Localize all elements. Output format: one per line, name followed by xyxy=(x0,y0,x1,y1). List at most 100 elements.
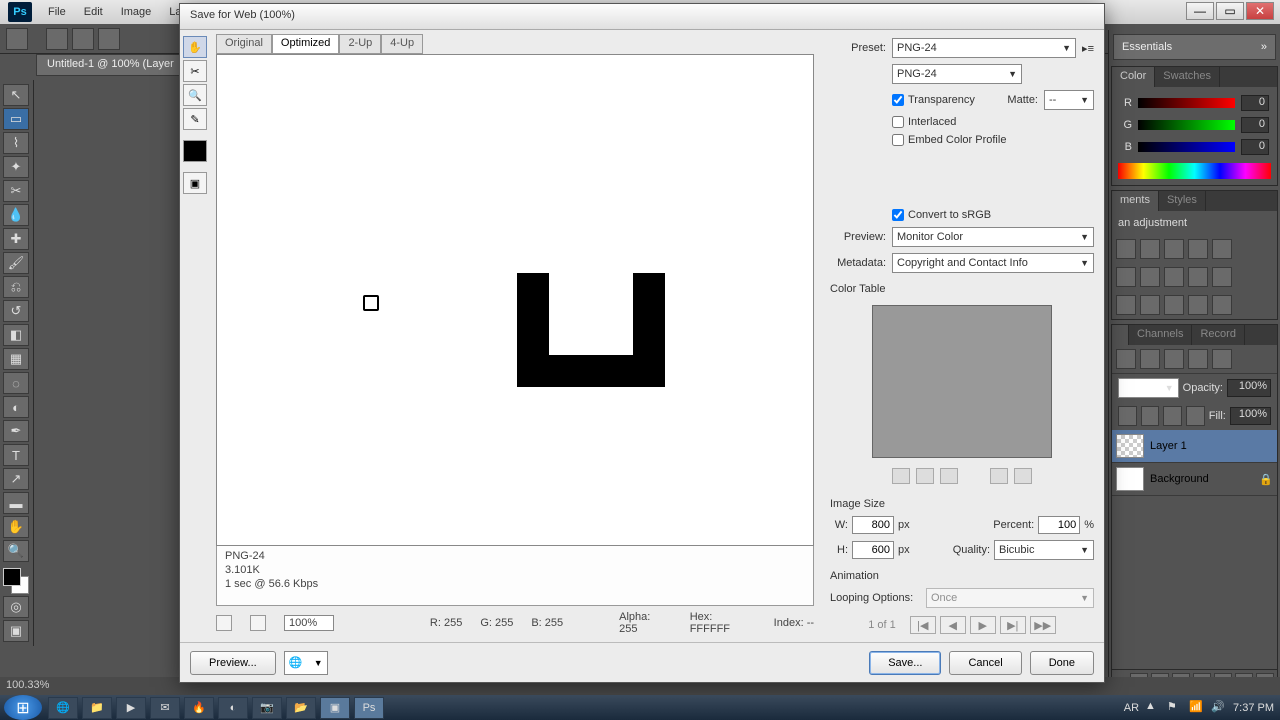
adj-icon[interactable] xyxy=(1212,295,1232,315)
hand-tool-icon[interactable]: ✋ xyxy=(183,36,207,58)
ct-btn[interactable] xyxy=(892,468,910,484)
lock-icon[interactable] xyxy=(1163,406,1182,426)
r-slider[interactable] xyxy=(1138,98,1235,108)
adj-icon[interactable] xyxy=(1140,295,1160,315)
lock-icon[interactable] xyxy=(1186,406,1205,426)
close-button[interactable]: ✕ xyxy=(1246,2,1274,20)
menu-edit[interactable]: Edit xyxy=(76,3,111,21)
tray-network-icon[interactable]: 📶 xyxy=(1189,700,1205,716)
tab-optimized[interactable]: Optimized xyxy=(272,34,340,54)
eyedropper-color[interactable] xyxy=(183,140,207,162)
filter-icon[interactable] xyxy=(1116,349,1136,369)
opt-icon-3[interactable] xyxy=(98,28,120,50)
screen-mode[interactable]: ▣ xyxy=(3,620,29,642)
g-slider[interactable] xyxy=(1138,120,1235,130)
filter-icon[interactable] xyxy=(1140,349,1160,369)
tab-swatches[interactable]: Swatches xyxy=(1155,67,1220,87)
crop-tool[interactable]: ✂ xyxy=(3,180,29,202)
b-value[interactable]: 0 xyxy=(1241,139,1269,155)
tray-volume-icon[interactable]: 🔊 xyxy=(1211,700,1227,716)
color-swatches[interactable] xyxy=(3,568,29,594)
wand-tool[interactable]: ✦ xyxy=(3,156,29,178)
save-button[interactable]: Save... xyxy=(869,651,941,675)
layer-item[interactable]: Layer 1 xyxy=(1112,430,1277,463)
filter-icon[interactable] xyxy=(1212,349,1232,369)
tray-icon[interactable]: ⚑ xyxy=(1167,700,1183,716)
taskbar-icon[interactable]: 📁 xyxy=(82,697,112,719)
pen-tool[interactable]: ✒ xyxy=(3,420,29,442)
taskbar-photoshop[interactable]: Ps xyxy=(354,697,384,719)
blur-tool[interactable]: ◌ xyxy=(3,372,29,394)
b-slider[interactable] xyxy=(1138,142,1235,152)
tab-styles[interactable]: Styles xyxy=(1159,191,1206,211)
ct-btn[interactable] xyxy=(1014,468,1032,484)
tab-adjustments[interactable]: ments xyxy=(1112,191,1159,211)
adj-icon[interactable] xyxy=(1188,295,1208,315)
browser-select[interactable]: 🌐▼ xyxy=(284,651,328,675)
adj-icon[interactable] xyxy=(1188,239,1208,259)
preset-select[interactable]: PNG-24▼ xyxy=(892,38,1076,58)
color-table[interactable] xyxy=(872,305,1052,458)
ct-btn[interactable] xyxy=(990,468,1008,484)
workspace-selector[interactable]: Essentials» xyxy=(1113,34,1276,60)
interlaced-checkbox[interactable]: Interlaced xyxy=(892,116,956,128)
preview-select[interactable]: Monitor Color▼ xyxy=(892,227,1094,247)
opt-icon-2[interactable] xyxy=(72,28,94,50)
history-brush-tool[interactable]: ↺ xyxy=(3,300,29,322)
maximize-button[interactable]: ▭ xyxy=(1216,2,1244,20)
stamp-tool[interactable]: ⎌ xyxy=(3,276,29,298)
adj-icon[interactable] xyxy=(1140,239,1160,259)
adj-icon[interactable] xyxy=(1164,239,1184,259)
zoom-select[interactable]: 100% xyxy=(284,615,334,631)
zoom-tool-icon[interactable]: 🔍 xyxy=(183,84,207,106)
filter-icon[interactable] xyxy=(1164,349,1184,369)
document-tab[interactable]: Untitled-1 @ 100% (Layer xyxy=(36,54,185,76)
adj-icon[interactable] xyxy=(1212,267,1232,287)
tab-channels[interactable]: Channels xyxy=(1129,325,1192,345)
adj-icon[interactable] xyxy=(1116,267,1136,287)
blend-mode[interactable]: ▼ xyxy=(1118,378,1179,398)
tray-clock[interactable]: 7:37 PM xyxy=(1233,702,1274,714)
adj-icon[interactable] xyxy=(1140,267,1160,287)
taskbar-icon[interactable]: 📷 xyxy=(252,697,282,719)
taskbar-icon[interactable]: ▣ xyxy=(320,697,350,719)
preview-canvas[interactable] xyxy=(216,54,814,546)
height-input[interactable] xyxy=(852,541,894,559)
slice-visibility-icon[interactable]: ▣ xyxy=(183,172,207,194)
adj-icon[interactable] xyxy=(1164,295,1184,315)
preset-menu-icon[interactable]: ▸≡ xyxy=(1082,42,1094,55)
layer-item[interactable]: Background🔒 xyxy=(1112,463,1277,496)
opacity-input[interactable]: 100% xyxy=(1227,379,1271,397)
embed-profile-checkbox[interactable]: Embed Color Profile xyxy=(892,134,1006,146)
healing-tool[interactable]: ✚ xyxy=(3,228,29,250)
dodge-tool[interactable]: ◐ xyxy=(3,396,29,418)
shape-tool[interactable]: ▬ xyxy=(3,492,29,514)
tab-2up[interactable]: 2-Up xyxy=(339,34,381,54)
tab-layers[interactable] xyxy=(1112,325,1129,345)
brush-tool[interactable]: 🖌 xyxy=(3,252,29,274)
adj-icon[interactable] xyxy=(1212,239,1232,259)
ct-btn[interactable] xyxy=(916,468,934,484)
g-value[interactable]: 0 xyxy=(1241,117,1269,133)
slice-tool-icon[interactable]: ✂ xyxy=(183,60,207,82)
percent-input[interactable] xyxy=(1038,516,1080,534)
taskbar-icon[interactable]: ◐ xyxy=(218,697,248,719)
grid-icon[interactable] xyxy=(216,615,232,631)
cancel-button[interactable]: Cancel xyxy=(949,651,1021,675)
lasso-tool[interactable]: ⌇ xyxy=(3,132,29,154)
eyedropper-tool[interactable]: 💧 xyxy=(3,204,29,226)
opt-icon-1[interactable] xyxy=(46,28,68,50)
marquee-tool[interactable]: ▭ xyxy=(3,108,29,130)
r-value[interactable]: 0 xyxy=(1241,95,1269,111)
adj-icon[interactable] xyxy=(1116,295,1136,315)
path-tool[interactable]: ↗ xyxy=(3,468,29,490)
minimize-button[interactable]: — xyxy=(1186,2,1214,20)
tray-icon[interactable]: ▲ xyxy=(1145,700,1161,716)
tab-4up[interactable]: 4-Up xyxy=(381,34,423,54)
grid-icon[interactable] xyxy=(250,615,266,631)
move-tool[interactable]: ↖ xyxy=(3,84,29,106)
tray-lang[interactable]: AR xyxy=(1124,702,1139,714)
color-ramp[interactable] xyxy=(1118,163,1271,179)
mask-mode[interactable]: ◎ xyxy=(3,596,29,618)
tab-paths[interactable]: Record xyxy=(1192,325,1244,345)
